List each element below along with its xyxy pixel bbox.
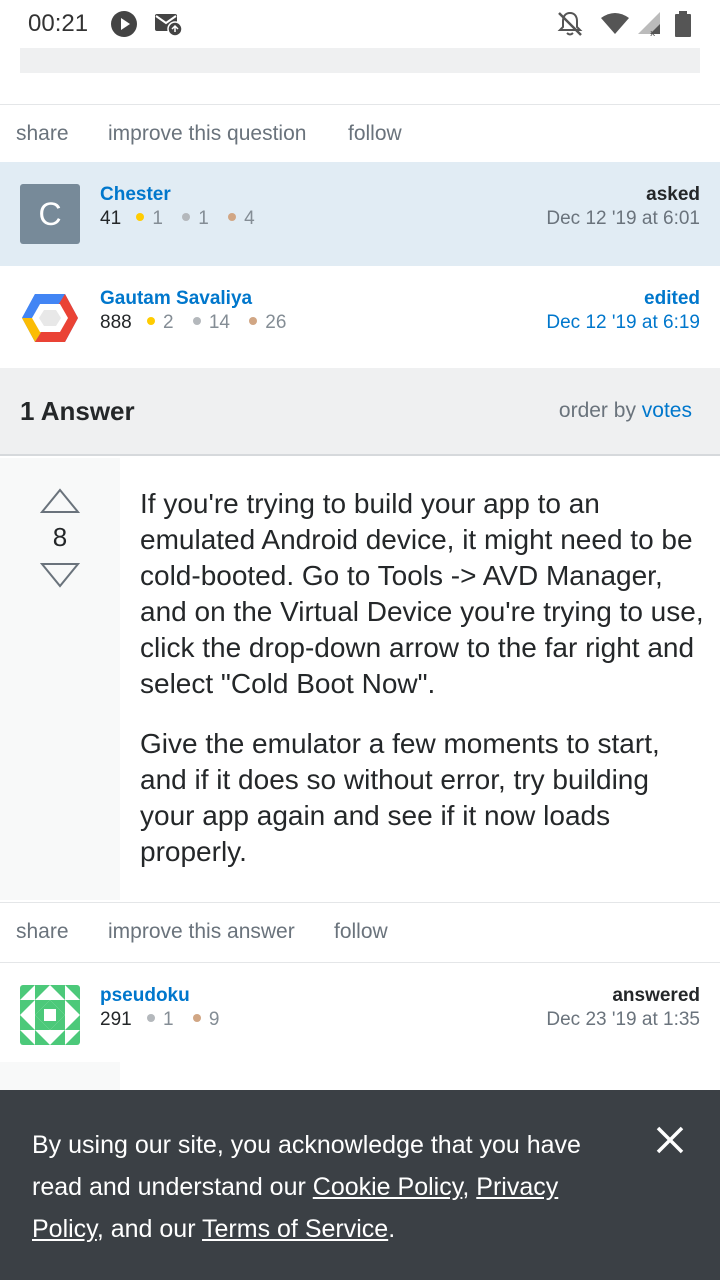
silver-badge: 1 (146, 1009, 174, 1031)
close-icon[interactable] (652, 1122, 688, 1158)
vote-count: 8 (52, 522, 68, 552)
bronze-badge: 4 (228, 208, 255, 230)
wifi-icon (600, 10, 630, 43)
order-by: order by votes (559, 399, 692, 423)
reputation: 41 (100, 208, 122, 229)
user-name[interactable]: pseudoku (100, 985, 190, 1007)
gold-badge: 1 (136, 208, 163, 230)
cookie-comma: , (462, 1173, 477, 1201)
order-by-votes-link[interactable]: votes (642, 399, 692, 422)
bronze-badge: 26 (249, 312, 286, 334)
edited-time[interactable]: Dec 12 '19 at 6:19 (546, 312, 700, 334)
reputation: 291 (100, 1009, 132, 1030)
status-bar: 00:21 x (0, 0, 720, 48)
cookie-text: By using our site, you acknowledge that … (32, 1124, 612, 1250)
cookie-and-our: , and our (96, 1215, 203, 1243)
cookie-banner: By using our site, you acknowledge that … (0, 1090, 720, 1280)
code-block (20, 44, 700, 73)
follow-link[interactable]: follow (334, 920, 388, 944)
silver-badge: 1 (182, 208, 209, 230)
silver-badge: 14 (192, 312, 230, 334)
cookie-period: . (388, 1215, 396, 1243)
silver-count: 14 (208, 312, 230, 333)
status-time: 00:21 (28, 10, 89, 37)
user-stats: 291 1 9 (100, 1009, 233, 1031)
bronze-count: 26 (265, 312, 287, 333)
bronze-count: 4 (244, 208, 255, 229)
asked-user-card: C Chester 41 1 1 4 asked Dec 12 '19 at 6… (0, 162, 720, 266)
edited-link[interactable]: edited (644, 288, 700, 310)
edited-user-card: Gautam Savaliya 888 2 14 26 edited Dec 1… (0, 266, 720, 370)
silver-count: 1 (162, 1009, 174, 1030)
answered-label: answered (612, 985, 700, 1006)
gold-badge: 2 (146, 312, 174, 334)
answered-user-card: pseudoku 291 1 9 answered Dec 23 '19 at … (0, 962, 720, 1062)
answered-time: Dec 23 '19 at 1:35 (546, 1009, 700, 1030)
answer-paragraph: Give the emulator a few moments to start… (140, 728, 660, 867)
signal-icon: x (636, 10, 662, 43)
order-by-label: order by (558, 399, 636, 422)
bronze-count: 9 (208, 1009, 220, 1030)
user-stats: 41 1 1 4 (100, 208, 269, 230)
vote-column-next (0, 1062, 120, 1092)
svg-text:x: x (650, 29, 656, 38)
answer-body: If you're trying to build your app to an… (140, 486, 705, 894)
asked-time: Dec 12 '19 at 6:01 (546, 208, 700, 229)
bronze-badge: 9 (192, 1009, 220, 1031)
mail-icon (154, 10, 184, 43)
notifications-off-icon (556, 10, 584, 43)
answers-count: 1 Answer (20, 396, 135, 426)
identicon-icon (20, 985, 80, 1045)
answer-post-menu: share improve this answer follow (0, 902, 720, 960)
vote-column: 8 (0, 458, 120, 900)
user-name[interactable]: Gautam Savaliya (100, 288, 252, 310)
reputation: 888 (100, 312, 132, 333)
avatar[interactable]: C (20, 184, 80, 244)
asked-label: asked (646, 184, 700, 205)
follow-link[interactable]: follow (348, 122, 402, 146)
cookie-policy-link[interactable]: Cookie Policy (313, 1173, 463, 1201)
gold-count: 2 (162, 312, 174, 333)
avatar[interactable] (20, 985, 80, 1045)
improve-question-link[interactable]: improve this question (108, 122, 306, 146)
terms-of-service-link[interactable]: Terms of Service (202, 1215, 388, 1243)
share-link[interactable]: share (16, 920, 69, 944)
avatar-letter: C (38, 196, 62, 232)
avatar[interactable] (20, 288, 80, 348)
play-icon (110, 10, 138, 43)
silver-count: 1 (198, 208, 209, 229)
downvote-arrow-icon[interactable] (39, 562, 81, 593)
improve-answer-link[interactable]: improve this answer (108, 920, 295, 944)
upvote-arrow-icon[interactable] (39, 488, 81, 519)
share-link[interactable]: share (16, 122, 69, 146)
answer-paragraph: If you're trying to build your app to an… (140, 488, 704, 699)
gold-count: 1 (152, 208, 163, 229)
google-cloud-logo-icon (22, 294, 78, 342)
question-post-menu: share improve this question follow (0, 104, 720, 162)
battery-icon (674, 10, 692, 43)
answers-header: 1 Answer order by votes (0, 368, 720, 456)
user-stats: 888 2 14 26 (100, 312, 300, 334)
user-name[interactable]: Chester (100, 184, 171, 206)
